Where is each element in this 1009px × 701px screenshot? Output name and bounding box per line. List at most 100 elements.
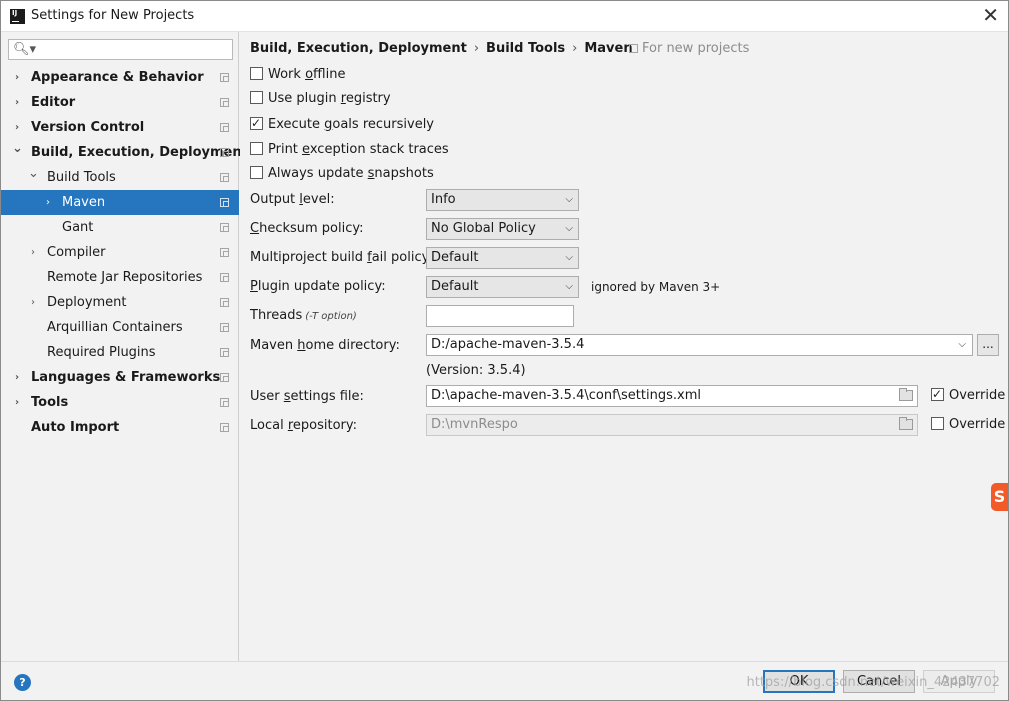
sidebar-item-appearance-behavior[interactable]: › Appearance & Behavior (1, 65, 239, 90)
threads-input[interactable] (426, 305, 574, 327)
checkbox-box[interactable] (931, 417, 944, 430)
sidebar-item-label: Build Tools (47, 170, 116, 185)
copy-icon (220, 198, 229, 207)
watermark-url: https://blog.csdn.net/weixin_42437702 (746, 675, 1000, 690)
ignored-by-maven-note: ignored by Maven 3+ (591, 280, 721, 294)
sidebar-item-label: Compiler (47, 245, 106, 260)
copy-icon (220, 248, 229, 257)
sidebar-item-deployment[interactable]: › Deployment (1, 290, 239, 315)
local-repository-input: D:\mvnRespo (426, 414, 918, 436)
sogou-ime-icon[interactable]: S (991, 483, 1008, 511)
sidebar-item-version-control[interactable]: › Version Control (1, 115, 239, 140)
user-settings-override-checkbox[interactable]: Override (931, 385, 1005, 405)
multiproject-fail-policy-select[interactable]: Default ⌵ (426, 247, 579, 269)
chevron-down-icon[interactable]: ⌄ (12, 136, 23, 161)
sidebar-item-required-plugins[interactable]: Required Plugins (1, 340, 239, 365)
chevron-right-icon[interactable]: › (12, 90, 22, 115)
sidebar-item-label: Auto Import (31, 420, 120, 435)
intellij-app-icon: IJ (10, 9, 25, 24)
sidebar-item-tools[interactable]: › Tools (1, 390, 239, 415)
breadcrumb-separator: › (572, 41, 578, 56)
checkbox-box[interactable] (250, 91, 263, 104)
user-settings-file-input[interactable]: D:\apache-maven-3.5.4\conf\settings.xml (426, 385, 918, 407)
folder-icon[interactable] (899, 388, 913, 401)
chevron-down-icon: ⌵ (565, 223, 573, 234)
copy-icon (220, 323, 229, 332)
copy-icon (220, 223, 229, 232)
maven-home-directory-label: Maven home directory: (250, 338, 400, 353)
output-level-select[interactable]: Info ⌵ (426, 189, 579, 211)
breadcrumb-build-execution[interactable]: Build, Execution, Deployment (250, 41, 467, 56)
sidebar-item-label: Arquillian Containers (47, 320, 183, 335)
sidebar-item-compiler[interactable]: › Compiler (1, 240, 239, 265)
checkbox-box[interactable] (250, 67, 263, 80)
chevron-down-icon: ⌵ (565, 252, 573, 263)
copy-icon (220, 73, 229, 82)
chevron-right-icon[interactable]: › (28, 240, 38, 265)
chevron-right-icon[interactable]: › (28, 290, 38, 315)
search-input[interactable]: 🔍︎▾ (8, 39, 233, 60)
sidebar-item-label: Gant (62, 220, 94, 235)
copy-icon (220, 273, 229, 282)
copy-icon (220, 423, 229, 432)
settings-sidebar: 🔍︎▾ › Appearance & Behavior › Editor › Versio… (1, 32, 248, 661)
for-new-projects-label: For new projects (629, 41, 749, 56)
chevron-down-icon[interactable]: ⌄ (28, 161, 39, 186)
checksum-policy-label: Checksum policy: (250, 221, 364, 236)
execute-goals-recursively-checkbox[interactable]: Execute goals recursively (250, 114, 434, 134)
chevron-right-icon[interactable]: › (43, 190, 53, 215)
user-settings-file-label: User settings file: (250, 389, 364, 404)
maven-home-directory-combo[interactable]: D:/apache-maven-3.5.4 ⌵ (426, 334, 973, 356)
window-title: Settings for New Projects (31, 8, 195, 23)
close-icon[interactable]: ✕ (982, 5, 999, 25)
sidebar-item-build-tools[interactable]: ⌄ Build Tools (1, 165, 239, 190)
chevron-right-icon[interactable]: › (12, 65, 22, 90)
help-icon[interactable]: ? (14, 674, 31, 691)
checksum-policy-select[interactable]: No Global Policy ⌵ (426, 218, 579, 240)
breadcrumb-separator: › (473, 41, 480, 56)
copy-icon (220, 398, 229, 407)
sidebar-item-arquillian-containers[interactable]: Arquillian Containers (1, 315, 239, 340)
sidebar-item-label: Editor (31, 95, 76, 110)
plugin-update-policy-select[interactable]: Default ⌵ (426, 276, 579, 298)
sidebar-item-label: Languages & Frameworks (31, 370, 221, 385)
breadcrumb: Build, Execution, Deployment › Build Tools… (250, 41, 633, 56)
sidebar-item-editor[interactable]: › Editor (1, 90, 239, 115)
breadcrumb-build-tools[interactable]: Build Tools (486, 41, 565, 56)
checkbox-box[interactable] (931, 385, 944, 403)
local-repository-override-checkbox[interactable]: Override (931, 416, 1005, 434)
output-level-label: Output level: (250, 192, 335, 207)
sidebar-item-maven[interactable]: › Maven (1, 190, 239, 215)
chevron-down-icon[interactable]: ⌵ (958, 335, 966, 355)
copy-icon (220, 298, 229, 307)
breadcrumb-maven: Maven (584, 41, 633, 56)
checkbox-box[interactable] (250, 142, 263, 155)
print-exception-stack-traces-checkbox[interactable]: Print exception stack traces (250, 141, 449, 159)
chevron-down-icon: ⌵ (565, 281, 573, 292)
title-bar: IJ Settings for New Projects ✕ (1, 1, 1008, 32)
multiproject-fail-policy-label: Multiproject build fail policy: (250, 250, 433, 265)
checkbox-box[interactable] (250, 114, 263, 132)
copy-icon (220, 98, 229, 107)
settings-dialog: IJ Settings for New Projects ✕ 🔍︎▾ › Appe… (0, 0, 1009, 701)
maven-settings-panel: Build, Execution, Deployment › Build Tools… (240, 32, 1008, 661)
use-plugin-registry-checkbox[interactable]: Use plugin registry (250, 90, 391, 108)
sidebar-item-label: Tools (31, 395, 69, 410)
sidebar-item-label: Appearance & Behavior (31, 70, 204, 85)
sidebar-item-gant[interactable]: Gant (1, 215, 239, 240)
always-update-snapshots-checkbox[interactable]: Always update snapshots (250, 165, 434, 183)
chevron-right-icon[interactable]: › (12, 390, 22, 415)
sidebar-item-languages-frameworks[interactable]: › Languages & Frameworks (1, 365, 239, 390)
checkbox-box[interactable] (250, 166, 263, 179)
sidebar-item-remote-jar-repositories[interactable]: Remote Jar Repositories (1, 265, 239, 290)
copy-icon (220, 373, 229, 382)
browse-button[interactable]: ... (977, 334, 999, 356)
search-icon: 🔍︎▾ (13, 42, 37, 57)
sidebar-item-label: Required Plugins (47, 345, 156, 360)
work-offline-checkbox[interactable]: Work offline (250, 66, 345, 84)
sidebar-item-auto-import[interactable]: Auto Import (1, 415, 239, 440)
plugin-update-policy-label: Plugin update policy: (250, 279, 386, 294)
chevron-right-icon[interactable]: › (12, 365, 22, 390)
copy-icon (220, 123, 229, 132)
folder-icon (899, 417, 913, 430)
